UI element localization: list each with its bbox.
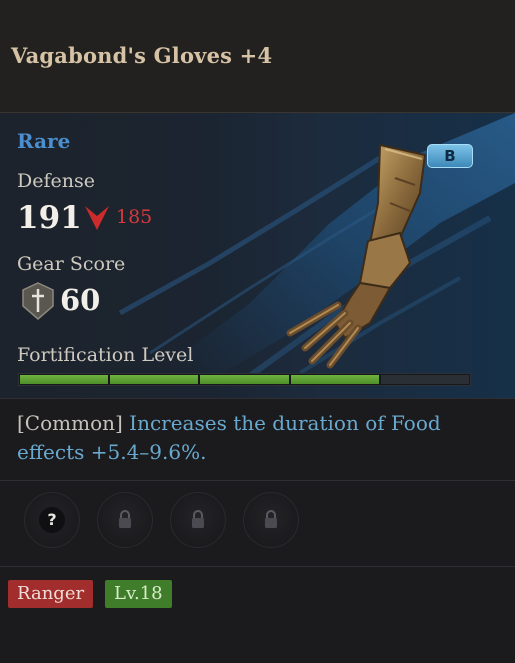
fortification-segment	[200, 375, 289, 384]
defense-label: Defense	[17, 170, 95, 192]
trait-text: [Common] Increases the duration of Food …	[17, 409, 487, 467]
lock-icon	[119, 510, 131, 528]
divider	[0, 398, 515, 399]
divider	[0, 566, 515, 567]
grade-badge: B	[427, 144, 473, 168]
fortification-segment	[290, 375, 379, 384]
gear-score-label: Gear Score	[17, 253, 126, 275]
fortification-bar	[18, 373, 471, 386]
defense-compare-value: 185	[116, 206, 153, 228]
fortification-segment	[110, 375, 199, 384]
defense-value: 191	[17, 200, 82, 236]
socket-slot-locked[interactable]	[170, 492, 226, 548]
socket-slot-empty[interactable]: ?	[24, 492, 80, 548]
class-tag: Ranger	[8, 580, 94, 608]
fortification-segment	[20, 375, 109, 384]
sword-shield-icon	[22, 282, 54, 320]
gear-score-value: 60	[60, 283, 101, 317]
item-hero-panel: Rare Defense 191 185 Gear Score 60 Forti…	[0, 113, 515, 398]
level-tag: Lv.18	[105, 580, 172, 608]
fortification-segment	[380, 375, 470, 384]
lock-icon	[265, 510, 277, 528]
rarity-label: Rare	[17, 129, 71, 153]
item-tooltip: Vagabond's Gloves +4 Rare Defense 191 18…	[0, 0, 515, 663]
socket-slot-locked[interactable]	[97, 492, 153, 548]
fortification-label: Fortification Level	[17, 344, 194, 366]
trait-tier: [Common]	[17, 411, 123, 435]
lock-icon	[192, 510, 204, 528]
question-icon: ?	[39, 507, 65, 533]
gloves-item-icon	[286, 143, 427, 369]
socket-row: ?	[24, 492, 299, 548]
divider	[0, 480, 515, 481]
red-down-arrow-icon	[85, 206, 109, 230]
socket-slot-locked[interactable]	[243, 492, 299, 548]
tooltip-header: Vagabond's Gloves +4	[0, 0, 515, 113]
item-name: Vagabond's Gloves +4	[11, 43, 273, 68]
